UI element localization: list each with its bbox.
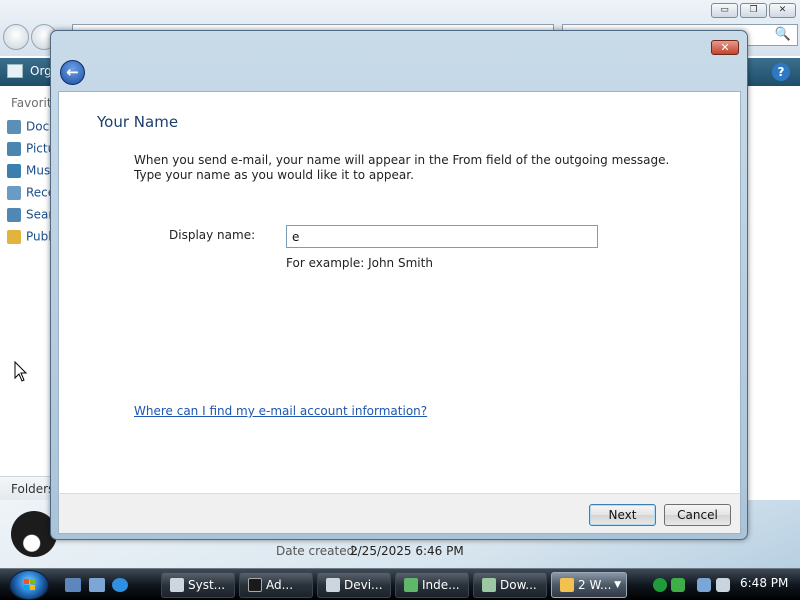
taskbar-button-downloads[interactable]: Dow...: [473, 572, 547, 598]
chevron-down-icon: ▼: [614, 580, 621, 590]
back-arrow-icon[interactable]: ←: [60, 60, 85, 85]
navigation-pane: Favorite Documents Pictures Music Recent…: [0, 86, 59, 502]
description-line-1: When you send e-mail, your name will app…: [134, 153, 670, 167]
explorer-back-button[interactable]: [3, 24, 29, 50]
recently-changed-icon: [7, 185, 21, 200]
network-icon[interactable]: [697, 578, 711, 592]
nav-item-documents[interactable]: Documents: [7, 119, 55, 135]
internet-explorer-icon[interactable]: [112, 578, 128, 592]
window-group-icon: [560, 578, 574, 592]
status-icon[interactable]: [653, 578, 667, 592]
maximize-button[interactable]: ❐: [740, 3, 767, 18]
page-title: Your Name: [97, 113, 179, 131]
indexing-icon: [404, 578, 418, 592]
email-account-info-link[interactable]: Where can I find my e-mail account infor…: [134, 404, 427, 418]
taskbar-button-label: Ad...: [266, 578, 294, 592]
system-tray: 6:48 PM: [645, 572, 800, 598]
wizard-content: Your Name When you send e-mail, your nam…: [58, 91, 741, 493]
clock[interactable]: 6:48 PM: [740, 576, 788, 590]
display-name-label: Display name:: [169, 228, 256, 242]
explorer-close-button[interactable]: ✕: [769, 3, 796, 18]
taskbar-button-label: Dow...: [500, 578, 537, 592]
nav-item-music[interactable]: Music: [7, 163, 55, 179]
taskbar-button-group-windows[interactable]: 2 W... ▼: [551, 572, 627, 598]
mouse-cursor-icon: [14, 361, 28, 382]
taskbar-button-label: Devi...: [344, 578, 383, 592]
taskbar-button-label: 2 W...: [578, 578, 612, 592]
search-icon[interactable]: 🔍: [775, 27, 791, 42]
cancel-button[interactable]: Cancel: [664, 504, 731, 526]
date-created-value: 2/25/2025 6:46 PM: [350, 544, 464, 558]
taskbar-button-label: Syst...: [188, 578, 226, 592]
date-created-label: Date created:: [276, 544, 359, 558]
security-icon[interactable]: [671, 578, 685, 592]
organize-button[interactable]: Org: [30, 64, 52, 78]
taskbar-button-label: Inde...: [422, 578, 460, 592]
downloads-icon: [482, 578, 496, 592]
display-name-field[interactable]: [286, 225, 598, 248]
folders-bar[interactable]: Folders: [0, 476, 55, 502]
start-button[interactable]: [9, 570, 49, 600]
close-button[interactable]: ✕: [711, 40, 739, 55]
taskbar: Syst... Ad... Devi... Inde... Dow... 2 W…: [0, 568, 800, 600]
taskbar-button-administrator[interactable]: Ad...: [239, 572, 313, 598]
folders-label: Folders: [11, 482, 55, 496]
documents-icon: [7, 119, 21, 134]
windows-logo-icon: [24, 579, 35, 590]
volume-muted-icon[interactable]: [716, 578, 730, 592]
nav-item-searches[interactable]: Searches: [7, 207, 55, 223]
taskbar-button-system[interactable]: Syst...: [161, 572, 235, 598]
command-prompt-icon: [248, 578, 262, 592]
example-hint: For example: John Smith: [286, 256, 433, 270]
system-icon: [170, 578, 184, 592]
searches-icon: [7, 207, 21, 222]
nav-item-public[interactable]: Public: [7, 229, 55, 245]
description-line-2: Type your name as you would like it to a…: [134, 168, 414, 182]
music-icon: [7, 163, 21, 178]
nav-item-pictures[interactable]: Pictures: [7, 141, 55, 157]
minimize-button[interactable]: ▭: [711, 3, 738, 18]
device-manager-icon: [326, 578, 340, 592]
show-desktop-icon[interactable]: [65, 578, 81, 592]
switch-windows-icon[interactable]: [89, 578, 105, 592]
help-icon[interactable]: ?: [772, 63, 790, 81]
nav-item-recently-changed[interactable]: Recently Changed: [7, 185, 55, 201]
organize-icon: [7, 64, 23, 78]
pictures-icon: [7, 141, 21, 156]
wizard-footer: Next Cancel: [58, 493, 741, 534]
taskbar-button-indexing[interactable]: Inde...: [395, 572, 469, 598]
folder-icon: [7, 229, 21, 244]
taskbar-button-device-manager[interactable]: Devi...: [317, 572, 391, 598]
account-wizard-dialog: ✕ ← Your Name When you send e-mail, your…: [50, 30, 748, 540]
next-button[interactable]: Next: [589, 504, 656, 526]
